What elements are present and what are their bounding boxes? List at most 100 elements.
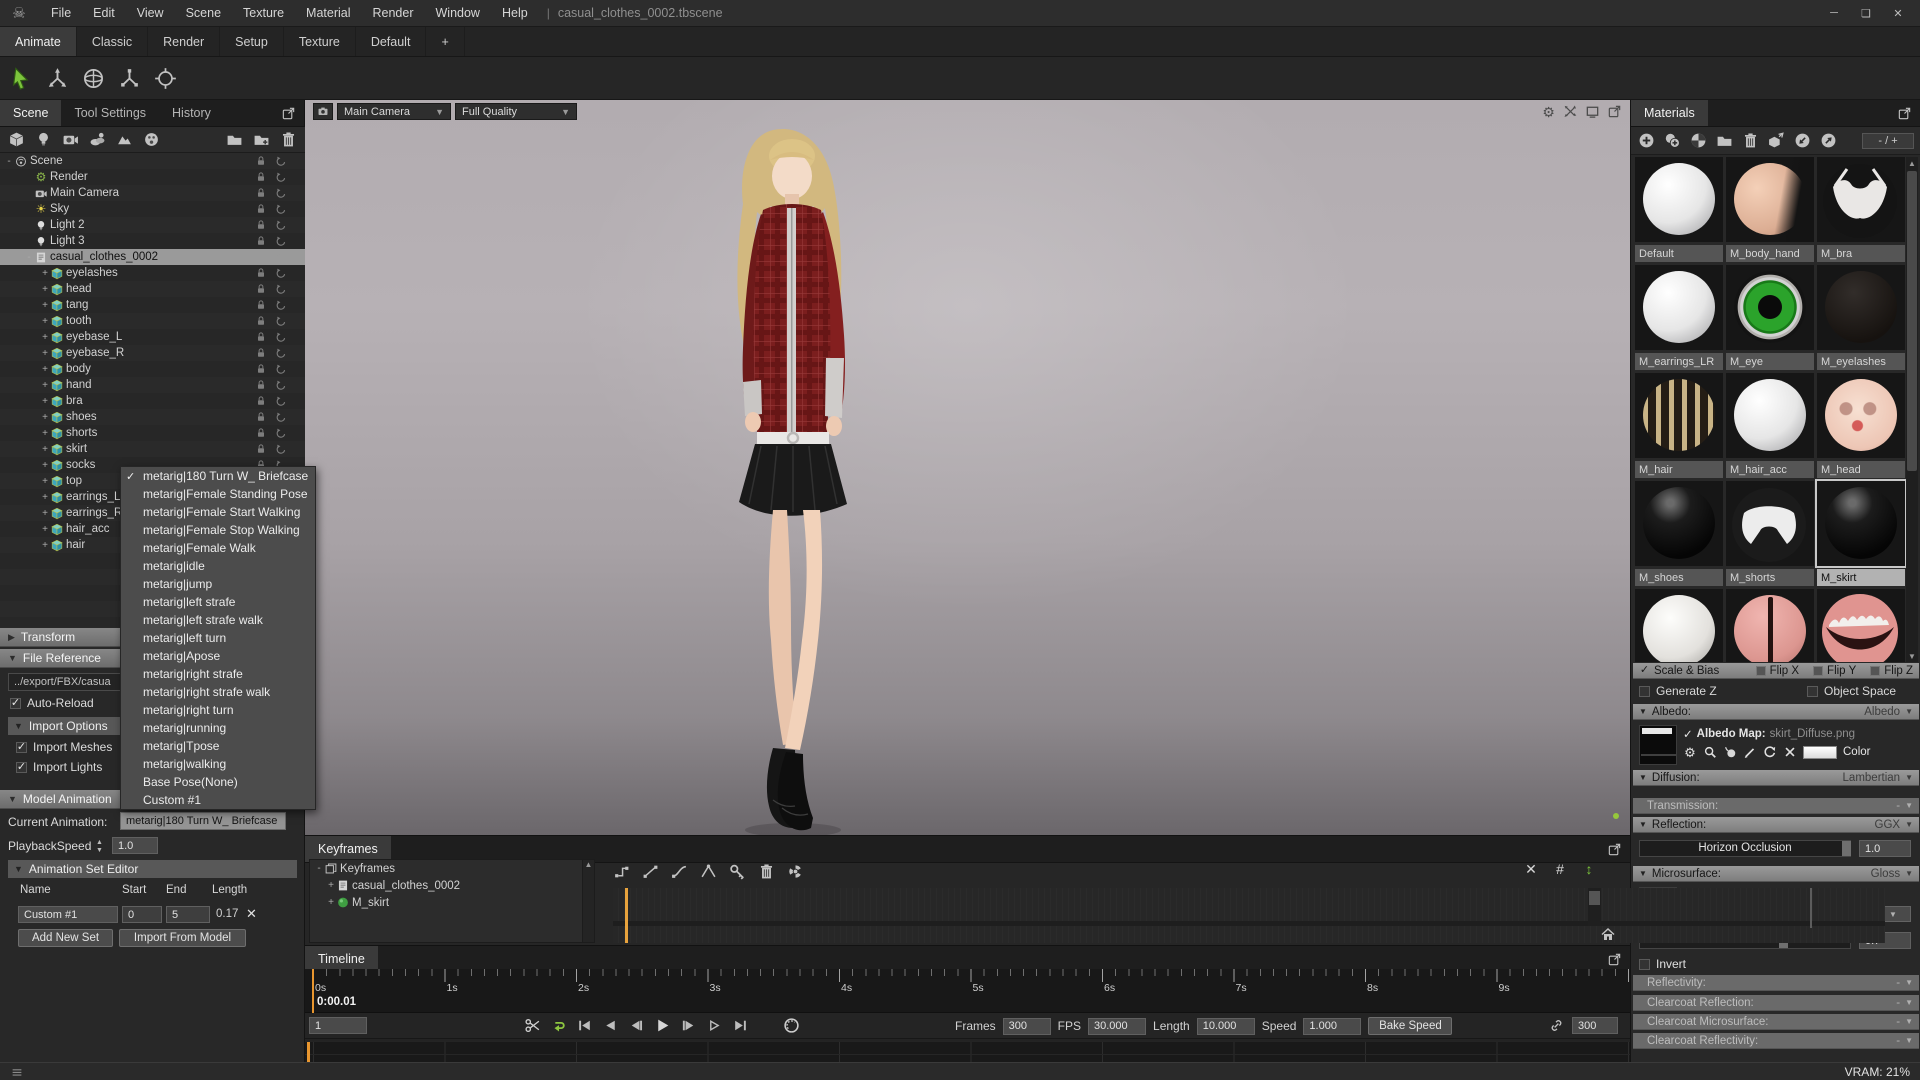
tree-expander[interactable]: + [40,348,50,359]
tree-expander[interactable]: + [40,412,50,423]
tree-item-head[interactable]: + head [0,281,305,297]
material-unnamed[interactable] [1635,589,1723,662]
tree-expander[interactable]: + [40,300,50,311]
tree-item-shorts[interactable]: + shorts [0,425,305,441]
prev-key-button[interactable] [601,1016,620,1035]
scroll-up-icon[interactable]: ▲ [583,860,594,869]
import-meshes-checkbox[interactable]: Import Meshes [16,740,112,754]
clear-keys-icon[interactable]: ✕ [1523,861,1539,877]
material-m-body-hand[interactable]: M_body_hand [1726,157,1814,262]
flip-checkbox-flip-x[interactable]: Flip X [1755,665,1799,677]
spline-keys-icon[interactable] [700,863,717,880]
next-key-button[interactable] [705,1016,724,1035]
menu-item-window[interactable]: Window [425,0,491,27]
workspace-tab-render[interactable]: Render [148,27,221,56]
albedo-mode-dropdown[interactable]: Albedo ▼ [1864,706,1913,718]
keyframes-tree-item-m-skirt[interactable]: + M_skirt [310,894,594,911]
section-mode-dropdown[interactable]: - ▼ [1896,977,1913,989]
material-default[interactable]: Default [1635,157,1723,262]
external-link-icon[interactable] [1607,104,1622,119]
tree-expander[interactable]: + [40,268,50,279]
animation-menu-item[interactable]: metarig|Tpose [121,737,315,755]
tree-expander[interactable]: + [40,332,50,343]
edit-icon[interactable] [1743,745,1757,759]
viewport[interactable]: Main Camera ▼ Full Quality ▼ ⚙ [305,100,1630,835]
material-m-skirt[interactable]: M_skirt [1815,479,1907,586]
auto-key-icon[interactable] [787,863,804,880]
tree-item-light-3[interactable]: Light 3 [0,233,305,249]
workspace-tab-default[interactable]: Default [356,27,427,56]
tree-expander[interactable]: + [40,284,50,295]
generate-z-checkbox[interactable]: Generate Z [1639,684,1717,698]
link-icon[interactable] [1549,1018,1564,1033]
thumbnail-size-control[interactable]: - / + [1862,132,1914,149]
animation-menu-item[interactable]: metarig|walking [121,755,315,773]
animation-menu-item[interactable]: metarig|Female Standing Pose [121,485,315,503]
tab-history[interactable]: History [159,100,224,126]
add-workspace-tab[interactable]: + [426,27,465,56]
pan-arrows-icon[interactable] [1563,104,1578,119]
loop-end-field[interactable]: 300 [1572,1017,1618,1034]
animation-menu-item[interactable]: metarig|running [121,719,315,737]
slider-handle[interactable] [1841,841,1851,856]
albedo-color-swatch[interactable] [1803,745,1837,759]
tree-expander[interactable]: + [40,508,50,519]
flip-checkbox-flip-z[interactable]: Flip Z [1870,665,1913,677]
microsurface-mode-dropdown[interactable]: Gloss ▼ [1871,868,1913,880]
quality-select[interactable]: Full Quality ▼ [455,103,577,120]
tree-item-eyebase-r[interactable]: + eyebase_R [0,345,305,361]
diffusion-section-header[interactable]: ▼ Diffusion: Lambertian ▼ [1633,770,1919,786]
add-new-set-button[interactable]: Add New Set [18,929,113,947]
tree-expander[interactable]: - [24,252,34,263]
animation-menu-item[interactable]: metarig|left strafe [121,593,315,611]
tab-scene[interactable]: Scene [0,100,62,126]
tree-item-skirt[interactable]: + skirt [0,441,305,457]
import-from-model-button[interactable]: Import From Model [119,929,246,947]
playback-speed-value[interactable]: 1.0 [112,837,158,854]
microsurface-section-header[interactable]: ▼ Microsurface: Gloss ▼ [1633,866,1919,882]
material-m-bra[interactable]: M_bra [1817,157,1905,262]
section-mode-dropdown[interactable]: - ▼ [1896,1016,1913,1028]
tree-expander[interactable]: + [40,476,50,487]
workspace-tab-animate[interactable]: Animate [0,27,77,56]
tree-item-shoes[interactable]: + shoes [0,409,305,425]
tree-expander[interactable]: + [40,396,50,407]
animation-menu-item[interactable]: metarig|Female Stop Walking [121,521,315,539]
tree-item-render[interactable]: ⚙ Render [0,169,305,185]
minimize-button[interactable]: ─ [1820,3,1848,23]
menu-item-scene[interactable]: Scene [175,0,232,27]
zoom-icon[interactable] [1703,745,1717,759]
tree-expander[interactable]: + [40,428,50,439]
tree-expander[interactable]: - [314,863,324,874]
length-field[interactable]: 10.000 [1196,1017,1255,1035]
tree-expander[interactable]: + [40,364,50,375]
step-back-button[interactable] [627,1016,646,1035]
animation-menu-item[interactable]: metarig|Apose [121,647,315,665]
object-space-checkbox[interactable]: Object Space [1807,684,1896,698]
tree-expander[interactable]: + [40,380,50,391]
tree-item-hand[interactable]: + hand [0,377,305,393]
stepped-keys-icon[interactable] [613,863,630,880]
tree-expander[interactable]: + [40,524,50,535]
section-header-reflectivity-[interactable]: Reflectivity: - ▼ [1633,975,1919,991]
reflection-section-header[interactable]: ▼ Reflection: GGX ▼ [1633,817,1919,833]
tree-expander[interactable]: + [40,316,50,327]
animation-menu-item[interactable]: metarig|right strafe walk [121,683,315,701]
loop-button[interactable] [549,1016,568,1035]
tree-item-tooth[interactable]: + tooth [0,313,305,329]
tree-item-bra[interactable]: + bra [0,393,305,409]
auto-reload-checkbox[interactable]: Auto-Reload [10,696,94,710]
albedo-map-thumbnail[interactable] [1639,725,1677,765]
timeline-scroll-strip[interactable] [305,1041,1630,1064]
home-icon[interactable] [1600,926,1616,942]
material-unnamed[interactable] [1726,589,1814,662]
workspace-tab-setup[interactable]: Setup [220,27,284,56]
albedo-section-header[interactable]: ▼ Albedo: Albedo ▼ [1633,704,1919,720]
character-model[interactable] [305,100,1630,835]
material-m-earrings-lr[interactable]: M_earrings_LR [1635,265,1723,370]
animation-menu-item[interactable]: metarig|right strafe [121,665,315,683]
material-m-hair[interactable]: M_hair [1635,373,1723,478]
linear-keys-icon[interactable] [642,863,659,880]
play-button[interactable] [653,1016,672,1035]
menu-item-view[interactable]: View [126,0,175,27]
